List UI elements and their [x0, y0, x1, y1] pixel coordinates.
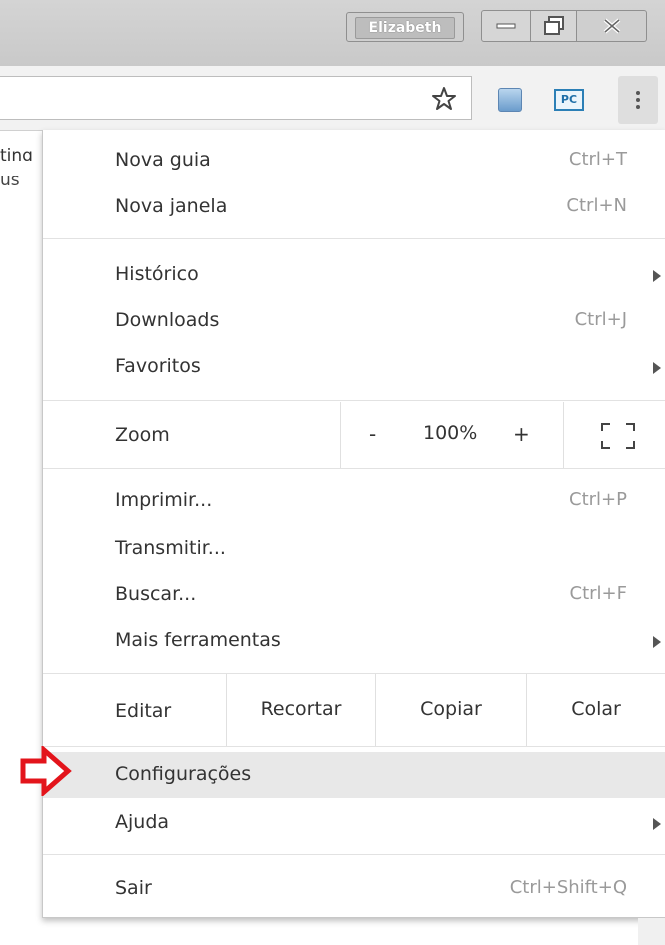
copy-button[interactable]: Copiar: [375, 674, 526, 746]
menu-item-label: Imprimir...: [115, 489, 213, 511]
extension-icon[interactable]: [498, 88, 522, 112]
menu-item-label: Transmitir...: [115, 537, 226, 559]
zoom-level: 100%: [423, 422, 478, 444]
menu-item-settings[interactable]: Configurações: [43, 752, 665, 798]
red-arrow-annotation-icon: [20, 746, 72, 796]
menu-item-shortcut: Ctrl+N: [566, 195, 627, 216]
close-icon: [603, 18, 620, 34]
menu-item-help[interactable]: Ajuda: [43, 800, 665, 846]
menu-item-label: Nova janela: [115, 195, 228, 217]
menu-item-new-window[interactable]: Nova janela Ctrl+N: [43, 184, 665, 230]
close-button[interactable]: [577, 10, 647, 42]
submenu-arrow-icon: [653, 818, 661, 830]
restore-button[interactable]: [531, 10, 577, 42]
zoom-label: Zoom: [115, 424, 170, 446]
zoom-in-button[interactable]: +: [513, 422, 530, 446]
menu-separator: [43, 400, 665, 401]
zoom-controls: - 100% +: [340, 402, 564, 468]
menu-item-bookmarks[interactable]: Favoritos: [43, 344, 665, 390]
pc-extension-icon[interactable]: PC: [554, 89, 584, 111]
menu-item-label: Buscar...: [115, 583, 197, 605]
zoom-row: Zoom - 100% +: [43, 402, 665, 468]
menu-item-shortcut: Ctrl+P: [569, 489, 627, 510]
menu-item-cast[interactable]: Transmitir...: [43, 526, 665, 572]
menu-item-label: Mais ferramentas: [115, 629, 281, 651]
menu-item-exit[interactable]: Sair Ctrl+Shift+Q: [43, 866, 665, 912]
menu-item-print[interactable]: Imprimir... Ctrl+P: [43, 478, 665, 524]
edit-row: Editar Recortar Copiar Colar: [43, 674, 665, 746]
profile-name: Elizabeth: [355, 17, 455, 39]
submenu-arrow-icon: [653, 362, 661, 374]
menu-item-label: Sair: [115, 877, 152, 899]
menu-separator: [43, 746, 665, 747]
bookmark-star-icon[interactable]: [430, 85, 458, 113]
submenu-arrow-icon: [653, 270, 661, 282]
page-text-fragment: tinɑ: [0, 146, 33, 166]
menu-item-label: Nova guia: [115, 149, 211, 171]
menu-dot-icon: [636, 91, 640, 95]
page-text-fragment-2: us: [0, 176, 20, 186]
menu-separator: [43, 238, 665, 239]
minimize-button[interactable]: [481, 10, 531, 42]
menu-item-label: Histórico: [115, 263, 199, 285]
browser-toolbar: PC: [0, 66, 665, 131]
menu-item-label: Downloads: [115, 309, 220, 331]
paste-button[interactable]: Colar: [526, 674, 665, 746]
menu-item-downloads[interactable]: Downloads Ctrl+J: [43, 298, 665, 344]
window-controls: [481, 10, 647, 42]
profile-button[interactable]: Elizabeth: [346, 12, 464, 42]
fullscreen-icon[interactable]: [600, 422, 636, 450]
menu-item-label: Configurações: [115, 763, 252, 785]
restore-icon: [543, 16, 564, 35]
address-bar[interactable]: [0, 76, 472, 120]
chrome-main-menu: Nova guia Ctrl+T Nova janela Ctrl+N Hist…: [42, 130, 665, 918]
zoom-out-button[interactable]: -: [369, 422, 376, 446]
menu-item-shortcut: Ctrl+Shift+Q: [509, 877, 627, 898]
menu-item-history[interactable]: Histórico: [43, 252, 665, 298]
menu-item-shortcut: Ctrl+J: [574, 309, 627, 330]
edit-label: Editar: [115, 700, 172, 722]
menu-item-label: Favoritos: [115, 355, 201, 377]
menu-dot-icon: [636, 105, 640, 109]
title-bar: Elizabeth: [0, 0, 665, 66]
submenu-arrow-icon: [653, 636, 661, 648]
minimize-icon: [496, 23, 516, 29]
menu-item-shortcut: Ctrl+F: [569, 583, 627, 604]
chrome-menu-button[interactable]: [618, 76, 658, 124]
menu-separator: [43, 468, 665, 469]
scrollbar-corner: [638, 918, 665, 945]
menu-dot-icon: [636, 98, 640, 102]
menu-item-label: Ajuda: [115, 811, 170, 833]
menu-separator: [43, 854, 665, 855]
cut-button[interactable]: Recortar: [226, 674, 375, 746]
menu-item-new-tab[interactable]: Nova guia Ctrl+T: [43, 138, 665, 184]
menu-item-find[interactable]: Buscar... Ctrl+F: [43, 572, 665, 618]
menu-item-shortcut: Ctrl+T: [568, 149, 627, 170]
menu-item-more-tools[interactable]: Mais ferramentas: [43, 618, 665, 664]
